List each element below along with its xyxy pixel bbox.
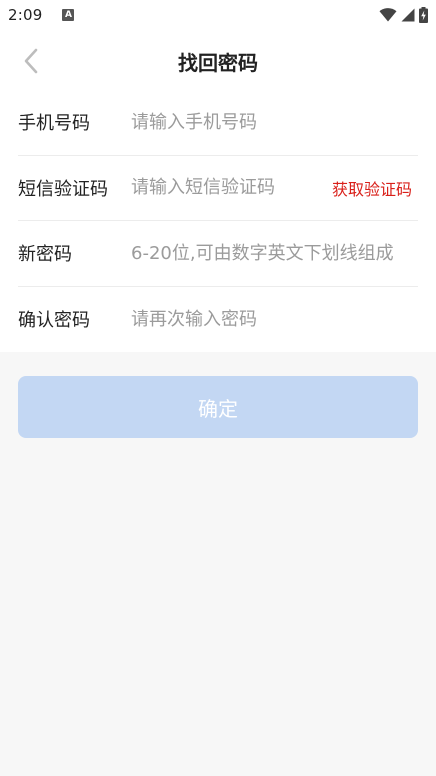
reset-password-form: 手机号码 短信验证码 获取验证码 新密码 确认密码 <box>0 90 436 352</box>
new-password-input[interactable] <box>131 233 418 274</box>
status-bar: 2:09 A <box>0 0 436 30</box>
battery-charging-icon <box>419 7 428 23</box>
sms-code-label: 短信验证码 <box>18 178 108 200</box>
confirm-area: 确定 <box>0 352 436 438</box>
confirm-password-input[interactable] <box>131 299 418 340</box>
sms-code-row: 短信验证码 获取验证码 <box>18 156 418 221</box>
wifi-icon <box>379 8 397 22</box>
status-icons <box>379 6 428 24</box>
confirm-password-row: 确认密码 <box>18 287 418 353</box>
sms-code-input[interactable] <box>131 167 326 208</box>
phone-label: 手机号码 <box>18 113 90 135</box>
new-password-row: 新密码 <box>18 221 418 287</box>
header: 找回密码 <box>0 30 436 90</box>
phone-input[interactable] <box>131 102 418 143</box>
get-sms-code-button[interactable]: 获取验证码 <box>326 176 418 200</box>
screen: 2:09 A 找回密码 手机号码 请输入手机号码 短信验证码 请输入短信验证码 … <box>0 0 436 776</box>
confirm-password-label: 确认密码 <box>18 310 90 332</box>
page-title: 找回密码 <box>178 51 258 75</box>
notification-icon: A <box>62 9 75 21</box>
phone-row: 手机号码 <box>18 90 418 156</box>
signal-icon <box>401 8 415 22</box>
confirm-button[interactable]: 确定 <box>18 376 418 438</box>
new-password-label: 新密码 <box>18 244 72 266</box>
status-time: 2:09 <box>8 6 43 24</box>
